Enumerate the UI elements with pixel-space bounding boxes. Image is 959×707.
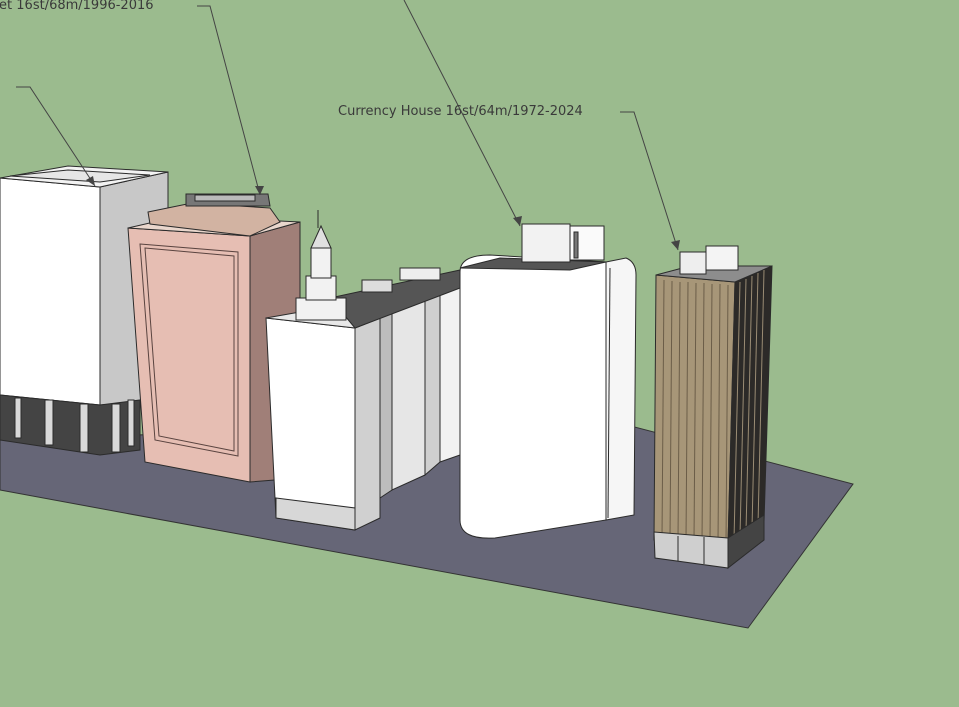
street-tower-label[interactable]: reet 16st/68m/1996-2016: [0, 0, 154, 14]
bronze-tower-building: [653, 245, 773, 570]
currency-house-label[interactable]: Currency House 16st/64m/1972-2024: [338, 104, 583, 120]
currency-house-building: [459, 223, 637, 539]
